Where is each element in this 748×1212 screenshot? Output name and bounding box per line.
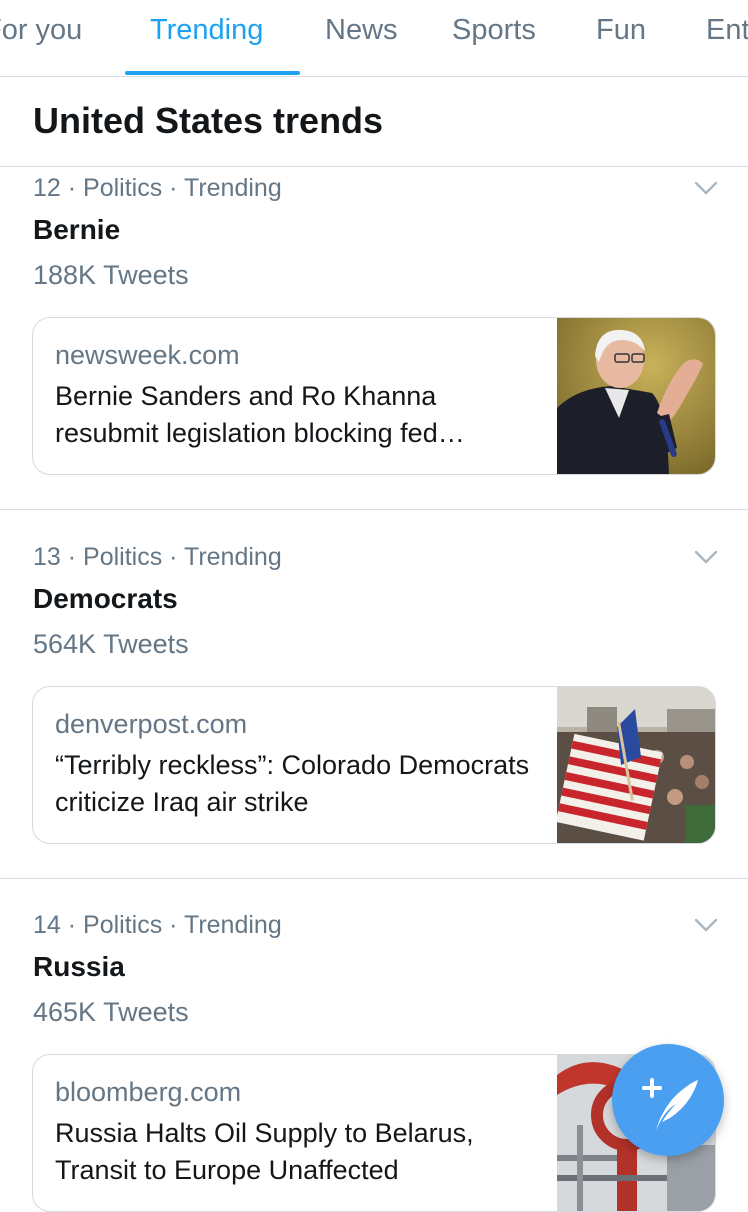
divider bbox=[0, 509, 748, 510]
explore-tabs: For you Trending News Sports Fun Enterta… bbox=[0, 0, 748, 77]
trend-item[interactable]: 12 · Politics · Trending Bernie 188K Twe… bbox=[0, 174, 748, 504]
trend-item[interactable]: 13 · Politics · Trending Democrats 564K … bbox=[0, 543, 748, 873]
trend-meta: 14 · Politics · Trending bbox=[33, 911, 282, 939]
card-headline: “Terribly reckless”: Colorado Democrats … bbox=[55, 750, 530, 817]
chevron-down-icon[interactable] bbox=[694, 549, 718, 565]
tab-trending[interactable]: Trending bbox=[150, 14, 263, 47]
news-card[interactable]: newsweek.com Bernie Sanders and Ro Khann… bbox=[32, 317, 716, 475]
trend-tweet-count: 188K Tweets bbox=[33, 260, 189, 290]
chevron-down-icon[interactable] bbox=[694, 917, 718, 933]
tab-for-you[interactable]: For you bbox=[0, 14, 82, 47]
compose-tweet-icon bbox=[642, 1078, 698, 1130]
trend-name: Democrats bbox=[33, 583, 178, 614]
chevron-down-icon[interactable] bbox=[694, 180, 718, 196]
trend-tweet-count: 465K Tweets bbox=[33, 997, 189, 1027]
news-thumbnail-image bbox=[557, 318, 715, 474]
trend-meta: 13 · Politics · Trending bbox=[33, 543, 282, 571]
tab-fun[interactable]: Fun bbox=[596, 14, 646, 47]
trend-tweet-count: 564K Tweets bbox=[33, 629, 189, 659]
trend-meta: 12 · Politics · Trending bbox=[33, 174, 282, 202]
card-headline: Bernie Sanders and Ro Khanna resubmit le… bbox=[55, 381, 465, 448]
divider bbox=[0, 166, 748, 167]
card-domain: denverpost.com bbox=[55, 709, 248, 739]
card-headline: Russia Halts Oil Supply to Belarus, Tran… bbox=[55, 1118, 474, 1185]
card-domain: bloomberg.com bbox=[55, 1077, 242, 1107]
active-tab-indicator bbox=[125, 71, 300, 75]
trend-name: Bernie bbox=[33, 214, 121, 245]
tab-news[interactable]: News bbox=[325, 14, 398, 47]
trend-name: Russia bbox=[33, 951, 125, 982]
news-thumbnail-image bbox=[557, 687, 715, 843]
tab-sports[interactable]: Sports bbox=[452, 14, 536, 47]
tab-entertainment[interactable]: Entertainment bbox=[706, 14, 748, 47]
divider bbox=[0, 878, 748, 879]
news-card[interactable]: denverpost.com “Terribly reckless”: Colo… bbox=[32, 686, 716, 844]
compose-tweet-button[interactable] bbox=[612, 1044, 724, 1156]
page-title: United States trends bbox=[33, 100, 384, 141]
card-domain: newsweek.com bbox=[55, 340, 240, 370]
